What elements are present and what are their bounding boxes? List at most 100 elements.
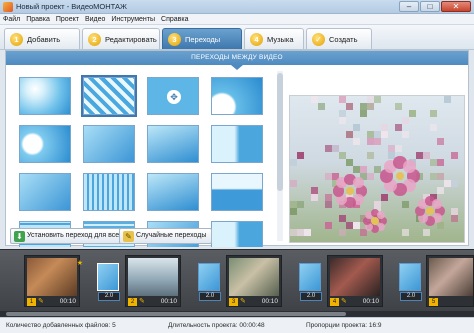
scrollbar-thumb[interactable] [277,73,283,191]
timeline-transition[interactable]: 2.0 [97,263,120,301]
scrollbar-thumb[interactable] [6,312,346,316]
mosaic-tile [416,152,423,159]
mosaic-tile [325,201,332,208]
mosaic-tile [325,222,332,229]
menu-tools[interactable]: Инструменты [108,14,158,25]
mosaic-tile [388,145,395,152]
mosaic-tile [430,124,437,131]
window-title: Новый проект - ВидеоМОНТАЖ [16,2,127,11]
clip-duration: 00:10 [261,298,278,305]
pencil-icon[interactable]: ✎ [240,298,248,306]
tab-music[interactable]: 4 Музыка [244,28,304,49]
mosaic-tile [339,110,346,117]
mosaic-tile [381,194,388,201]
mosaic-tile [297,201,304,208]
mosaic-tile [339,215,346,222]
random-transitions-button[interactable]: ✎ Случайные переходы [119,228,213,244]
clip-duration: 00:10 [362,298,379,305]
tab-edit[interactable]: 2 Редактировать [82,28,160,49]
mosaic-tile [367,152,374,159]
flower-petal [432,199,442,209]
mosaic-tile [437,187,444,194]
timeline: ★ 1 ✎ 00:10 2.0 2 ✎ 00:10 2.0 3 ✎ 00:10 … [0,249,474,317]
tab-add[interactable]: 1 Добавить [4,28,80,49]
clip-number: 4 [330,298,339,306]
mosaic-tile [304,229,311,236]
mosaic-tile [318,103,325,110]
pencil-icon[interactable]: ✎ [38,298,46,306]
flower-center [371,217,379,225]
mosaic-tile [325,173,332,180]
transition-thumb[interactable] [211,221,263,247]
mosaic-tile [360,103,367,110]
mosaic-tile [346,103,353,110]
mosaic-tile [423,229,430,236]
clip-number: 1 [27,298,36,306]
transition-thumb[interactable]: ✥ [147,77,199,115]
clip-number: 5 [429,298,438,306]
menu-project[interactable]: Проект [53,14,82,25]
timeline-clip[interactable]: 4 ✎ 00:10 [327,255,383,307]
transition-thumb[interactable] [147,125,199,163]
project-duration: Длительность проекта: 00:00:48 [168,322,265,329]
mosaic-tile [367,138,374,145]
transitions-panel: ПЕРЕХОДЫ МЕЖДУ ВИДЕО ✥ [5,50,469,247]
clip-thumbnail [128,258,178,296]
step-number-badge: 3 [168,33,181,46]
section-header: ПЕРЕХОДЫ МЕЖДУ ВИДЕО [6,51,468,70]
transition-duration: 2.0 [98,292,120,301]
menu-help[interactable]: Справка [158,14,191,25]
timeline-transition[interactable]: 2.0 [198,263,221,301]
flower-center [396,172,404,180]
menu-edit[interactable]: Правка [23,14,53,25]
transition-thumb-selected[interactable] [81,75,137,117]
menu-video[interactable]: Видео [82,14,108,25]
transition-thumb[interactable] [19,77,71,115]
mosaic-tile [339,229,346,236]
pencil-icon[interactable]: ✎ [341,298,349,306]
pencil-icon[interactable]: ✎ [139,298,147,306]
timeline-clip[interactable]: 3 ✎ 00:10 [226,255,282,307]
close-button[interactable]: ✕ [441,1,471,12]
step-number-badge: 1 [10,33,23,46]
status-bar: Количество добавленных файлов: 5 Длитель… [0,317,474,333]
timeline-clip[interactable]: 5 [426,255,474,307]
transition-thumb[interactable] [83,173,135,211]
transition-thumb[interactable] [211,173,263,211]
step-number-badge: 2 [88,33,101,46]
mosaic-tile [339,152,346,159]
mosaic-tile [451,152,458,159]
random-label: Случайные переходы [136,232,207,239]
minimize-button[interactable]: – [399,1,419,12]
tab-transitions[interactable]: 3 Переходы [162,28,242,49]
mosaic-tile [437,159,444,166]
mosaic-tile [346,159,353,166]
timeline-clip[interactable]: ★ 1 ✎ 00:10 [24,255,83,307]
transition-thumb[interactable] [211,125,263,163]
clip-duration: 00:10 [59,298,76,305]
transition-thumb[interactable] [147,173,199,211]
timeline-clip[interactable]: 2 ✎ 00:10 [125,255,181,307]
step-number-badge: 4 [250,33,263,46]
transition-duration: 2.0 [300,292,322,301]
tab-create[interactable]: ✓ Создать [306,28,372,49]
transition-thumb[interactable] [83,125,135,163]
transition-thumb[interactable] [211,77,263,115]
transition-thumb[interactable] [19,173,71,211]
mosaic-tile [290,229,297,236]
menu-file[interactable]: Файл [0,14,23,25]
tab-label: Добавить [27,35,61,44]
transition-thumb[interactable] [19,125,71,163]
grid-scrollbar[interactable] [277,71,283,241]
apply-transition-to-all-button[interactable]: ⬇ Установить переход для всех [10,228,129,244]
maximize-button[interactable]: □ [420,1,440,12]
mosaic-tile [339,96,346,103]
mosaic-tile [346,222,353,229]
mosaic-tile [374,138,381,145]
mosaic-tile [360,110,367,117]
transition-preview [289,95,465,243]
arrow-down-icon: ⬇ [14,231,25,242]
timeline-transition[interactable]: 2.0 [399,263,422,301]
mosaic-tile [353,124,360,131]
timeline-transition[interactable]: 2.0 [299,263,322,301]
